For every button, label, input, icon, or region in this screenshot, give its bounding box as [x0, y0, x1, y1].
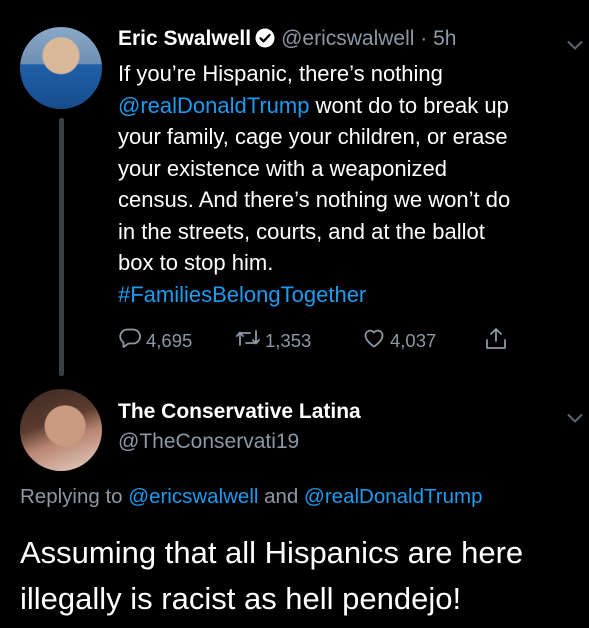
tweet-line: If you’re Hispanic, there’s nothing	[118, 61, 443, 86]
author-avatar[interactable]	[20, 27, 102, 109]
original-tweet[interactable]: Eric Swalwell @ericswalwell · 5h If you’r…	[0, 0, 589, 380]
share-button[interactable]	[484, 326, 512, 357]
reply-line: illegally is racist as hell pendejo!	[20, 581, 462, 616]
like-button[interactable]: 4,037	[362, 326, 436, 355]
tweet-line: @realDonaldTrump wont do to break up	[118, 92, 509, 118]
chevron-down-icon[interactable]	[567, 410, 583, 423]
reply-text: Assuming that all Hispanics are here ill…	[20, 530, 580, 622]
replying-mention-link[interactable]: @realDonaldTrump	[304, 485, 482, 508]
tweet-text: If you’re Hispanic, there’s nothing @rea…	[118, 58, 583, 310]
retweet-button[interactable]: 1,353	[235, 326, 311, 355]
reply-line: Assuming that all Hispanics are here	[20, 535, 524, 570]
reply-author-handle[interactable]: @TheConservati19	[118, 430, 361, 454]
reply-author-avatar[interactable]	[20, 389, 102, 471]
hashtag-link[interactable]: #FamiliesBelongTogether	[118, 282, 366, 307]
reply-header: The Conservative Latina @TheConservati19	[118, 400, 361, 454]
tweet-line: your family, cage your children, or eras…	[118, 124, 508, 149]
verified-badge-icon	[255, 28, 275, 48]
author-name[interactable]: Eric Swalwell	[118, 27, 251, 50]
reply-count: 4,695	[146, 329, 193, 351]
reply-icon	[118, 326, 146, 355]
thread-connector-line	[59, 118, 64, 376]
separator-dot: ·	[414, 27, 434, 50]
tweet-line: your existence with a weaponized	[118, 155, 447, 181]
tweet-line: box to stop him.	[118, 250, 274, 275]
retweet-count: 1,353	[265, 329, 312, 351]
mention-link[interactable]: @realDonaldTrump	[118, 93, 309, 118]
tweet-line: census. And there’s nothing we won’t do	[118, 187, 511, 212]
chevron-down-icon[interactable]	[567, 37, 583, 50]
replying-mention-link[interactable]: @ericswalwell	[128, 485, 258, 508]
tweet-header: Eric Swalwell @ericswalwell · 5h	[118, 27, 456, 51]
tweet-line: #FamiliesBelongTogether	[118, 279, 583, 311]
heart-icon	[362, 326, 390, 355]
retweet-icon	[235, 326, 265, 355]
replying-to: Replying to @ericswalwell and @realDonal…	[20, 485, 483, 508]
like-count: 4,037	[390, 329, 437, 351]
tweet-time[interactable]: 5h	[433, 27, 456, 50]
author-handle[interactable]: @ericswalwell	[281, 27, 414, 50]
reply-button[interactable]: 4,695	[118, 326, 192, 355]
tweet-line: in the streets, courts, and at the ballo…	[118, 218, 485, 244]
share-icon	[484, 326, 512, 357]
reply-author-name[interactable]: The Conservative Latina	[118, 400, 361, 424]
